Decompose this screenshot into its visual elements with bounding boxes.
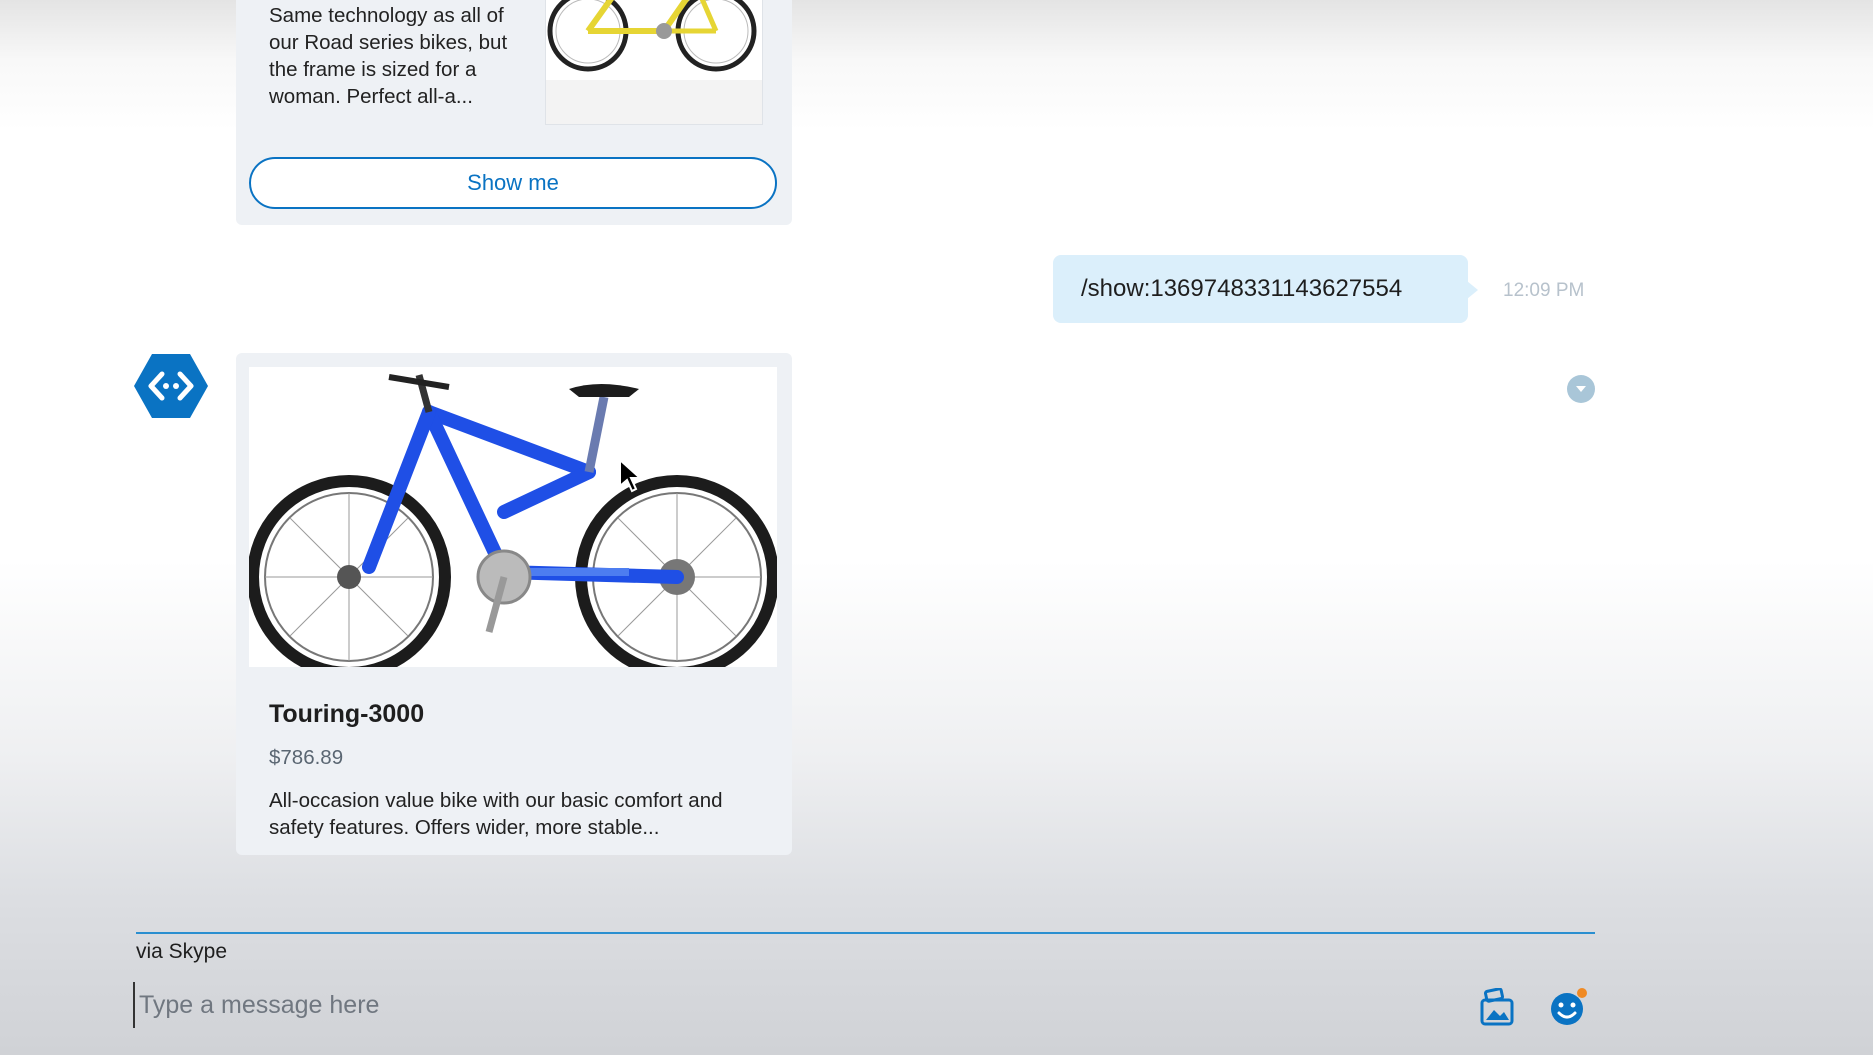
product-description: All-occasion value bike with our basic c… [269,789,723,839]
message-input[interactable] [133,982,1441,1028]
mouse-cursor-icon [618,457,643,494]
product-thumbnail [545,0,763,125]
show-me-button[interactable]: Show me [249,157,777,209]
user-message-bubble: /show:1369748331143627554 [1053,255,1478,323]
emoji-icon[interactable] [1548,986,1590,1028]
message-timestamp: 12:09 PM [1503,280,1585,301]
composer-divider [136,932,1595,934]
image-upload-icon[interactable] [1478,987,1516,1028]
product-description: Same technology as all of our Road serie… [269,4,508,108]
channel-label: via Skype [136,940,228,963]
chevron-down-icon[interactable] [1567,375,1595,403]
product-title: Touring-3000 [269,700,425,728]
product-image [249,367,777,667]
product-price: $786.89 [269,746,344,769]
product-card: Touring-3000 $786.89 All-occasion value … [236,353,792,855]
code-diamond-icon [134,352,208,420]
user-message-text: /show:1369748331143627554 [1081,275,1403,302]
product-card-previous: Same technology as all of our Road serie… [236,0,792,225]
